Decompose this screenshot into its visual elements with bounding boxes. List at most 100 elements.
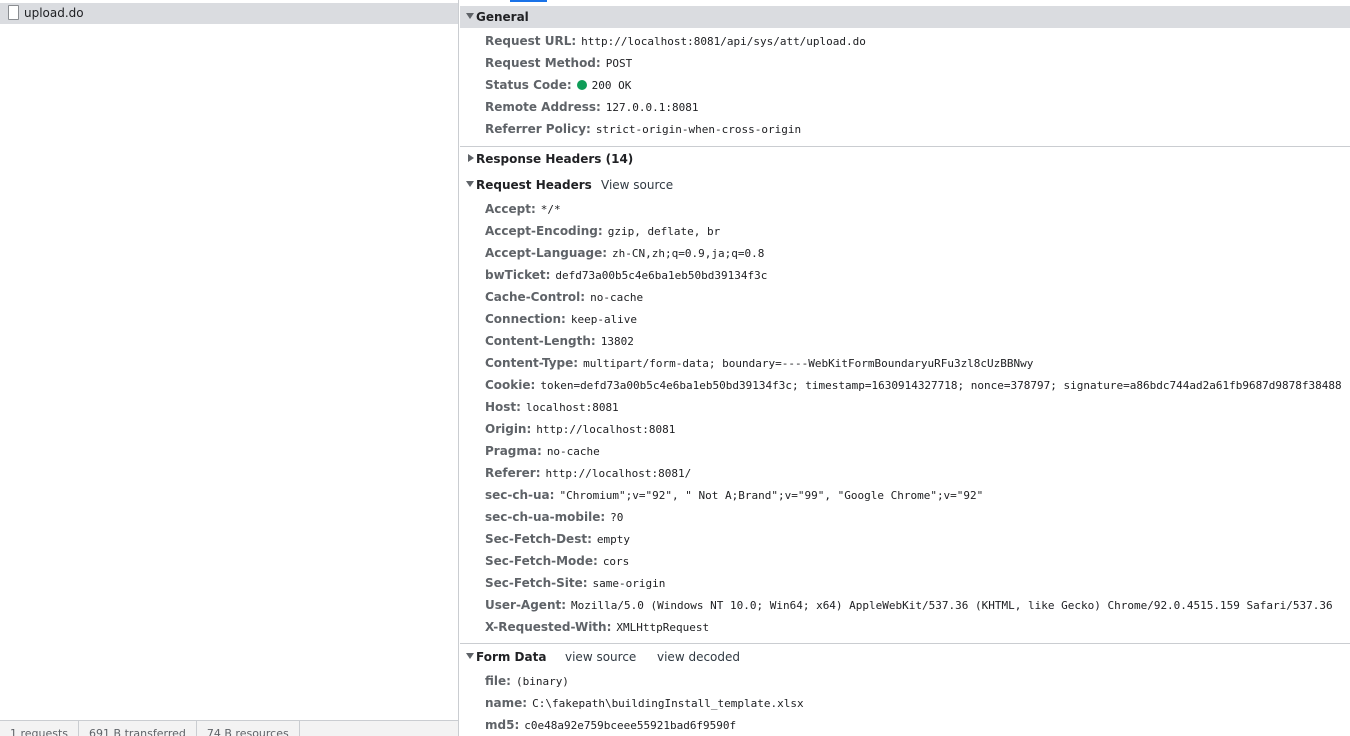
request-header-row: Sec-Fetch-Site: same-origin [485, 574, 665, 594]
general-row: Request URL: http://localhost:8081/api/sy… [485, 32, 866, 52]
header-key: Accept-Language: [485, 246, 608, 260]
header-key: Sec-Fetch-Dest: [485, 532, 592, 546]
header-value: token=defd73a00b5c4e6ba1eb50bd39134f3c; … [540, 379, 1342, 392]
header-value: */* [540, 203, 561, 216]
header-value: "Chromium";v="92", " Not A;Brand";v="99"… [559, 489, 984, 502]
header-key: Content-Type: [485, 356, 579, 370]
request-headers-section-header[interactable]: Request Headers View source [460, 174, 1350, 196]
request-header-row: Accept: */* [485, 200, 561, 220]
form-view-decoded-link[interactable]: view decoded [657, 650, 740, 664]
header-value: strict-origin-when-cross-origin [595, 123, 802, 136]
header-value: POST [605, 57, 633, 70]
header-key: Cookie: [485, 378, 536, 392]
request-name: upload.do [24, 6, 84, 20]
header-key: Accept-Encoding: [485, 224, 603, 238]
header-key: Remote Address: [485, 100, 601, 114]
request-header-row: Accept-Language: zh-CN,zh;q=0.9,ja;q=0.8 [485, 244, 764, 264]
header-value: http://localhost:8081 [536, 423, 676, 436]
triangle-down-icon [466, 181, 474, 187]
divider [460, 146, 1350, 147]
header-value: zh-CN,zh;q=0.9,ja;q=0.8 [612, 247, 765, 260]
header-key: bwTicket: [485, 268, 551, 282]
request-header-row: Referer: http://localhost:8081/ [485, 464, 691, 484]
form-data-title: Form Data [476, 650, 547, 664]
form-data-row: name: C:\fakepath\buildingInstall_templat… [485, 694, 804, 714]
header-key: Sec-Fetch-Mode: [485, 554, 598, 568]
header-key: Referer: [485, 466, 541, 480]
header-value: localhost:8081 [525, 401, 619, 414]
header-key: X-Requested-With: [485, 620, 612, 634]
requests-count: 1 requests [0, 721, 80, 736]
header-value: defd73a00b5c4e6ba1eb50bd39134f3c [555, 269, 768, 282]
request-row-upload[interactable]: upload.do [0, 3, 458, 24]
request-header-row: Cookie: token=defd73a00b5c4e6ba1eb50bd391… [485, 376, 1342, 396]
response-headers-title: Response Headers (14) [476, 152, 634, 166]
header-key: name: [485, 696, 528, 710]
request-header-row: Content-Type: multipart/form-data; bounda… [485, 354, 1033, 374]
header-key: Accept: [485, 202, 536, 216]
request-header-row: Sec-Fetch-Dest: empty [485, 530, 630, 550]
header-key: Status Code: [485, 78, 572, 92]
triangle-down-icon [466, 13, 474, 19]
triangle-down-icon [466, 653, 474, 659]
request-header-row: Sec-Fetch-Mode: cors [485, 552, 629, 572]
request-list-panel: upload.do 1 requests 691 B transferred 74 … [0, 0, 459, 736]
view-source-link[interactable]: View source [601, 178, 673, 192]
request-header-row: sec-ch-ua: "Chromium";v="92", " Not A;Bra… [485, 486, 983, 506]
status-ok-icon [576, 80, 587, 90]
header-value: http://localhost:8081/api/sys/att/upload… [581, 35, 866, 48]
header-key: Sec-Fetch-Site: [485, 576, 588, 590]
form-view-source-link[interactable]: view source [565, 650, 636, 664]
header-value: XMLHttpRequest [616, 621, 710, 634]
response-headers-section-header[interactable]: Response Headers (14) [460, 148, 1350, 170]
header-key: sec-ch-ua-mobile: [485, 510, 606, 524]
request-header-row: sec-ch-ua-mobile: ?0 [485, 508, 623, 528]
header-key: Origin: [485, 422, 532, 436]
request-header-row: Host: localhost:8081 [485, 398, 619, 418]
header-value: cors [602, 555, 630, 568]
header-value: 200 OK [591, 79, 632, 92]
divider [460, 643, 1350, 644]
general-section-header[interactable]: General [460, 6, 1350, 28]
general-row: Request Method: POST [485, 54, 632, 74]
transferred-size: 691 B transferred [79, 721, 197, 736]
header-value: 13802 [600, 335, 634, 348]
header-value: gzip, deflate, br [607, 225, 721, 238]
form-data-row: md5: c0e48a92e759bceee55921bad6f9590f [485, 716, 736, 736]
request-header-row: Origin: http://localhost:8081 [485, 420, 675, 440]
header-value: 127.0.0.1:8081 [605, 101, 699, 114]
header-value: no-cache [546, 445, 600, 458]
header-key: Content-Length: [485, 334, 596, 348]
header-key: sec-ch-ua: [485, 488, 555, 502]
resources-size: 74 B resources [197, 721, 300, 736]
network-status-bar: 1 requests 691 B transferred 74 B resource… [0, 720, 458, 736]
header-value: http://localhost:8081/ [545, 467, 692, 480]
triangle-right-icon [468, 154, 474, 162]
active-tab-indicator [510, 0, 547, 2]
header-key: Request Method: [485, 56, 601, 70]
header-key: Pragma: [485, 444, 542, 458]
header-value: ?0 [610, 511, 624, 524]
request-header-row: User-Agent: Mozilla/5.0 (Windows NT 10.0;… [485, 596, 1333, 616]
request-headers-title: Request Headers [476, 178, 592, 192]
header-value: c0e48a92e759bceee55921bad6f9590f [524, 719, 737, 732]
header-value: (binary) [515, 675, 569, 688]
general-title: General [476, 10, 529, 24]
header-value: empty [596, 533, 630, 546]
header-key: file: [485, 674, 511, 688]
header-value: Mozilla/5.0 (Windows NT 10.0; Win64; x64… [571, 599, 1333, 612]
request-header-row: bwTicket: defd73a00b5c4e6ba1eb50bd39134f3… [485, 266, 767, 286]
form-data-row: file: (binary) [485, 672, 569, 692]
header-key: Request URL: [485, 34, 577, 48]
header-key: Connection: [485, 312, 566, 326]
header-key: User-Agent: [485, 598, 567, 612]
general-row: Remote Address: 127.0.0.1:8081 [485, 98, 699, 118]
general-row: Status Code: 200 OK [485, 76, 631, 96]
header-value: C:\fakepath\buildingInstall_template.xls… [532, 697, 804, 710]
request-header-row: Pragma: no-cache [485, 442, 600, 462]
form-data-section-header[interactable]: Form Data view source view decoded [460, 646, 1350, 668]
request-header-row: X-Requested-With: XMLHttpRequest [485, 618, 709, 638]
request-header-row: Content-Length: 13802 [485, 332, 634, 352]
general-row: Referrer Policy: strict-origin-when-cross… [485, 120, 801, 140]
request-header-row: Cache-Control: no-cache [485, 288, 643, 308]
